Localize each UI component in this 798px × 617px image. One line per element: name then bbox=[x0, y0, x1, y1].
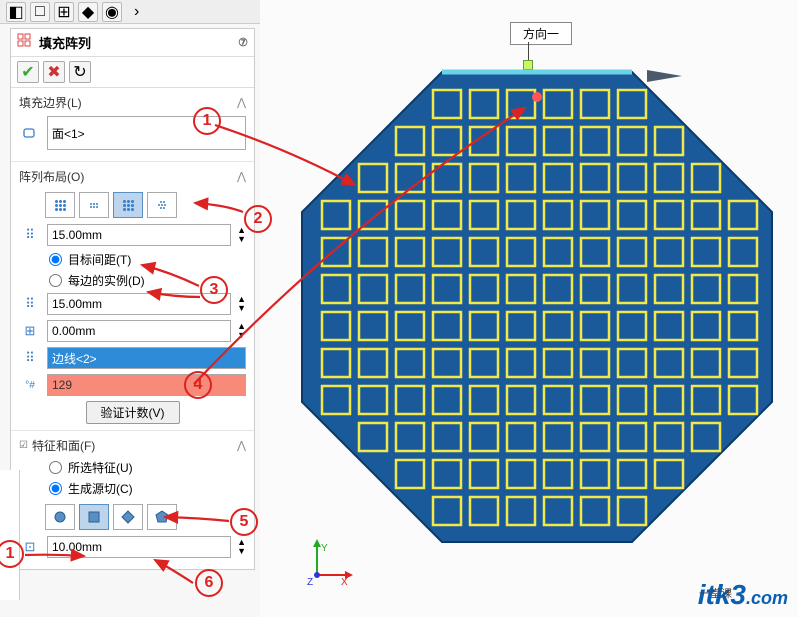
toolbar-btn-3[interactable]: ⊞ bbox=[54, 2, 74, 22]
fill-pattern-icon bbox=[17, 33, 33, 52]
layout-section: 阵列布局(O) ⋀ ⠿ ▲▼ 目标间距(T) 每边的实例(D) ⠿ ▲▼ ⊞ bbox=[11, 162, 254, 431]
preview-button[interactable]: ↻ bbox=[69, 61, 91, 83]
boundary-section: 填充边界(L) ⋀ bbox=[11, 88, 254, 162]
count-input[interactable] bbox=[47, 374, 246, 396]
spinner-icon[interactable]: ▲▼ bbox=[237, 322, 246, 340]
toolbar-btn-2[interactable]: □ bbox=[30, 2, 50, 22]
shape-polygon-btn[interactable] bbox=[147, 504, 177, 530]
features-header[interactable]: ☑ 特征和面(F) ⋀ bbox=[19, 437, 246, 454]
loop-spacing-icon: ⠿ bbox=[19, 294, 41, 314]
axis-triad[interactable]: Y X Z bbox=[305, 537, 355, 587]
layout-pattern-buttons bbox=[19, 190, 246, 224]
features-section: ☑ 特征和面(F) ⋀ 所选特征(U) 生成源切(C) ⊡ ▲▼ bbox=[11, 431, 254, 569]
boundary-header[interactable]: 填充边界(L) ⋀ bbox=[19, 94, 246, 111]
boundary-input[interactable] bbox=[47, 116, 246, 150]
seed-size-input[interactable] bbox=[47, 536, 231, 558]
instances-per-side-radio[interactable]: 每边的实例(D) bbox=[19, 272, 246, 289]
size-icon: ⊡ bbox=[19, 537, 41, 557]
margin-icon: ⊞ bbox=[19, 321, 41, 341]
target-spacing-radio[interactable]: 目标间距(T) bbox=[19, 251, 246, 268]
direction-input[interactable] bbox=[47, 347, 246, 369]
seed-shape-buttons bbox=[19, 501, 246, 536]
pattern-polygon-btn[interactable] bbox=[147, 192, 177, 218]
collapse-icon[interactable]: ⋀ bbox=[237, 96, 246, 109]
accept-bar: ✔ ✖ ↻ bbox=[11, 57, 254, 88]
spinner-icon[interactable]: ▲▼ bbox=[237, 538, 246, 556]
viewport-3d[interactable]: 方向一 Y X Z 一堂课 itk3.com bbox=[260, 0, 798, 617]
watermark-logo: 一堂课 itk3.com bbox=[698, 579, 788, 611]
layout-header[interactable]: 阵列布局(O) ⋀ bbox=[19, 168, 246, 185]
face-icon bbox=[19, 123, 41, 143]
collapse-icon[interactable]: ⋀ bbox=[237, 439, 246, 452]
panel-expand-icon[interactable]: ⑦ bbox=[238, 36, 248, 49]
pattern-circular-btn[interactable] bbox=[79, 192, 109, 218]
panel-title-bar: 填充阵列 ⑦ bbox=[11, 29, 254, 57]
direction-callout[interactable]: 方向一 bbox=[510, 22, 572, 45]
verify-count-button[interactable]: 验证计数(V) bbox=[86, 401, 180, 424]
spacing1-input[interactable] bbox=[47, 224, 231, 246]
svg-text:Y: Y bbox=[321, 543, 328, 554]
shape-circle-btn[interactable] bbox=[45, 504, 75, 530]
svg-text:X: X bbox=[341, 577, 348, 587]
shape-diamond-btn[interactable] bbox=[113, 504, 143, 530]
count-icon: °# bbox=[19, 375, 41, 395]
toolbar-btn-5[interactable]: ◉ bbox=[102, 2, 122, 22]
pattern-square-btn[interactable] bbox=[113, 192, 143, 218]
shape-square-btn[interactable] bbox=[79, 504, 109, 530]
toolbar-btn-4[interactable]: ◆ bbox=[78, 2, 98, 22]
margin-input[interactable] bbox=[47, 320, 231, 342]
model-octagon bbox=[292, 62, 782, 562]
ok-button[interactable]: ✔ bbox=[17, 61, 39, 83]
collapse-icon[interactable]: ⋀ bbox=[237, 170, 246, 183]
toolbar-btn-1[interactable]: ◧ bbox=[6, 2, 26, 22]
cancel-button[interactable]: ✖ bbox=[43, 61, 65, 83]
panel-title: 填充阵列 bbox=[39, 33, 91, 52]
left-edge-panel bbox=[0, 470, 20, 600]
selected-features-radio[interactable]: 所选特征(U) bbox=[19, 459, 246, 476]
svg-text:Z: Z bbox=[307, 577, 313, 587]
property-panel: 填充阵列 ⑦ ✔ ✖ ↻ 填充边界(L) ⋀ 阵列布局(O) ⋀ bbox=[10, 28, 255, 570]
spacing2-input[interactable] bbox=[47, 293, 231, 315]
spinner-icon[interactable]: ▲▼ bbox=[237, 295, 246, 313]
pattern-grid-btn[interactable] bbox=[45, 192, 75, 218]
create-seed-cut-radio[interactable]: 生成源切(C) bbox=[19, 480, 246, 497]
spacing-icon: ⠿ bbox=[19, 225, 41, 245]
annotation-6: 6 bbox=[195, 569, 223, 597]
spinner-icon[interactable]: ▲▼ bbox=[237, 226, 246, 244]
direction-icon: ⠿ bbox=[19, 348, 41, 368]
